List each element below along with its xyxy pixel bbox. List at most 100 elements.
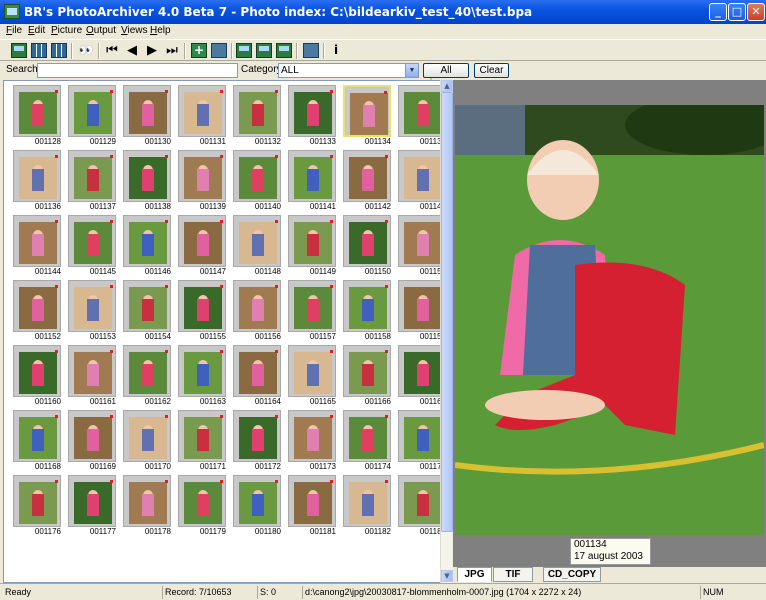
thumbnail-item[interactable]: 001137 xyxy=(68,148,116,211)
thumbnail-item[interactable]: 001130 xyxy=(123,83,171,146)
thumbnail-item[interactable]: 001181 xyxy=(288,473,336,536)
prev-icon[interactable]: ◀ xyxy=(124,43,140,58)
thumbnail-item[interactable]: 001146 xyxy=(123,213,171,276)
thumbnail-panel[interactable]: 001128 001129 001130 001131 001132 001133 0011… xyxy=(3,80,452,583)
preview-panel[interactable]: 001134 17 august 2003 xyxy=(453,80,766,567)
close-button[interactable]: ✕ xyxy=(747,3,765,21)
thumbnail-image xyxy=(129,417,167,459)
menu-output[interactable]: Output xyxy=(86,25,116,36)
thumbnail-item[interactable]: 001171 xyxy=(178,408,226,471)
menu-edit[interactable]: Edit xyxy=(28,25,45,36)
thumbnail-item[interactable]: 001133 xyxy=(288,83,336,146)
thumbnail-item[interactable]: 001138 xyxy=(123,148,171,211)
thumbnail-item[interactable]: 001132 xyxy=(233,83,281,146)
thumbnail-item[interactable]: 001160 xyxy=(13,343,61,406)
thumbnail-item[interactable]: 001175 xyxy=(398,408,446,471)
thumbnail-frame xyxy=(343,280,391,332)
scroll-up-icon[interactable]: ▲ xyxy=(441,80,453,92)
preview-image[interactable] xyxy=(455,105,764,535)
thumbnail-item[interactable]: 001147 xyxy=(178,213,226,276)
first-icon[interactable]: ⏮ xyxy=(104,43,120,58)
menu-views[interactable]: Views xyxy=(121,25,148,36)
thumbnail-item[interactable]: 001148 xyxy=(233,213,281,276)
thumbnail-item[interactable]: 001136 xyxy=(13,148,61,211)
scroll-down-icon[interactable]: ▼ xyxy=(441,570,453,582)
thumbnail-item[interactable]: 001128 xyxy=(13,83,61,146)
thumbnail-item[interactable]: 001135 xyxy=(398,83,446,146)
info-icon[interactable]: i xyxy=(328,43,344,58)
vertical-scrollbar[interactable]: ▲ ▼ xyxy=(440,80,453,583)
thumbnail-item[interactable]: 001131 xyxy=(178,83,226,146)
thumbnail-item[interactable]: 001139 xyxy=(178,148,226,211)
thumbnail-item[interactable]: 001173 xyxy=(288,408,336,471)
thumbnail-item[interactable]: 001176 xyxy=(13,473,61,536)
thumbnail-item[interactable]: 001144 xyxy=(13,213,61,276)
thumbnail-item[interactable]: 001180 xyxy=(233,473,281,536)
thumbnail-item[interactable]: 001170 xyxy=(123,408,171,471)
thumbnail-item[interactable]: 001153 xyxy=(68,278,116,341)
list-view-icon[interactable] xyxy=(51,43,67,58)
title-bar[interactable]: BR's PhotoArchiver 4.0 Beta 7 - Photo in… xyxy=(0,0,766,24)
picture-icon[interactable] xyxy=(11,43,27,58)
thumbnail-item[interactable]: 001142 xyxy=(343,148,391,211)
thumbnail-item[interactable]: 001143 xyxy=(398,148,446,211)
thumbnail-item[interactable]: 001156 xyxy=(233,278,281,341)
menu-help[interactable]: Help xyxy=(150,25,171,36)
thumbnail-item[interactable]: 001140 xyxy=(233,148,281,211)
thumbnail-item[interactable]: 001157 xyxy=(288,278,336,341)
thumbnail-item[interactable]: 001172 xyxy=(233,408,281,471)
thumbnail-item[interactable]: 001145 xyxy=(68,213,116,276)
thumbnail-item[interactable]: 001183 xyxy=(398,473,446,536)
all-images-button[interactable]: All images xyxy=(423,63,469,89)
search-input[interactable] xyxy=(37,63,238,78)
thumbnail-figure xyxy=(32,429,44,451)
tab-tif[interactable]: TIF xyxy=(493,567,533,582)
props-icon[interactable] xyxy=(303,43,319,58)
thumbnail-item[interactable]: 001129 xyxy=(68,83,116,146)
thumbnail-item[interactable]: 001134 xyxy=(343,83,391,146)
scroll-thumb[interactable] xyxy=(441,92,453,532)
thumbnail-item[interactable]: 001155 xyxy=(178,278,226,341)
thumbnail-item[interactable]: 001168 xyxy=(13,408,61,471)
menu-file[interactable]: File xyxy=(6,25,22,36)
thumbnail-item[interactable]: 001167 xyxy=(398,343,446,406)
thumbnail-item[interactable]: 001141 xyxy=(288,148,336,211)
last-icon[interactable]: ⏭ xyxy=(164,43,180,58)
chevron-down-icon[interactable]: ▼ xyxy=(405,64,418,77)
import-icon[interactable] xyxy=(211,43,227,58)
grid-view-icon[interactable] xyxy=(31,43,47,58)
tab-cd-copy[interactable]: CD_COPY xyxy=(543,567,601,582)
thumbnail-item[interactable]: 001154 xyxy=(123,278,171,341)
thumbnail-item[interactable]: 001165 xyxy=(288,343,336,406)
thumbnail-item[interactable]: 001174 xyxy=(343,408,391,471)
thumbnail-item[interactable]: 001169 xyxy=(68,408,116,471)
clear-button[interactable]: Clear xyxy=(474,63,509,78)
thumbnail-item[interactable]: 001152 xyxy=(13,278,61,341)
thumbnail-item[interactable]: 001182 xyxy=(343,473,391,536)
thumbnail-item[interactable]: 001177 xyxy=(68,473,116,536)
edit-icon[interactable] xyxy=(276,43,292,58)
maximize-button[interactable]: □ xyxy=(728,3,746,21)
slide-icon[interactable] xyxy=(236,43,252,58)
thumbnail-item[interactable]: 001159 xyxy=(398,278,446,341)
thumbnail-item[interactable]: 001150 xyxy=(343,213,391,276)
thumbnail-item[interactable]: 001149 xyxy=(288,213,336,276)
next-icon[interactable]: ▶ xyxy=(144,43,160,58)
thumbnail-item[interactable]: 001178 xyxy=(123,473,171,536)
thumbnail-item[interactable]: 001162 xyxy=(123,343,171,406)
thumbnail-item[interactable]: 001158 xyxy=(343,278,391,341)
minimize-button[interactable]: _ xyxy=(709,3,727,21)
thumbnail-item[interactable]: 001161 xyxy=(68,343,116,406)
thumbnail-item[interactable]: 001151 xyxy=(398,213,446,276)
binoculars-icon[interactable]: 👀 xyxy=(78,43,94,58)
thumbnail-item[interactable]: 001163 xyxy=(178,343,226,406)
thumbnail-item[interactable]: 001164 xyxy=(233,343,281,406)
thumbnail-item[interactable]: 001166 xyxy=(343,343,391,406)
tab-jpg[interactable]: JPG xyxy=(457,567,492,582)
copy-icon[interactable] xyxy=(256,43,272,58)
category-select[interactable]: ALL ▼ xyxy=(278,63,419,78)
menu-picture[interactable]: Picture xyxy=(51,25,82,36)
add-icon[interactable]: + xyxy=(191,43,207,58)
thumbnail-item[interactable]: 001179 xyxy=(178,473,226,536)
app-icon[interactable] xyxy=(4,4,20,19)
